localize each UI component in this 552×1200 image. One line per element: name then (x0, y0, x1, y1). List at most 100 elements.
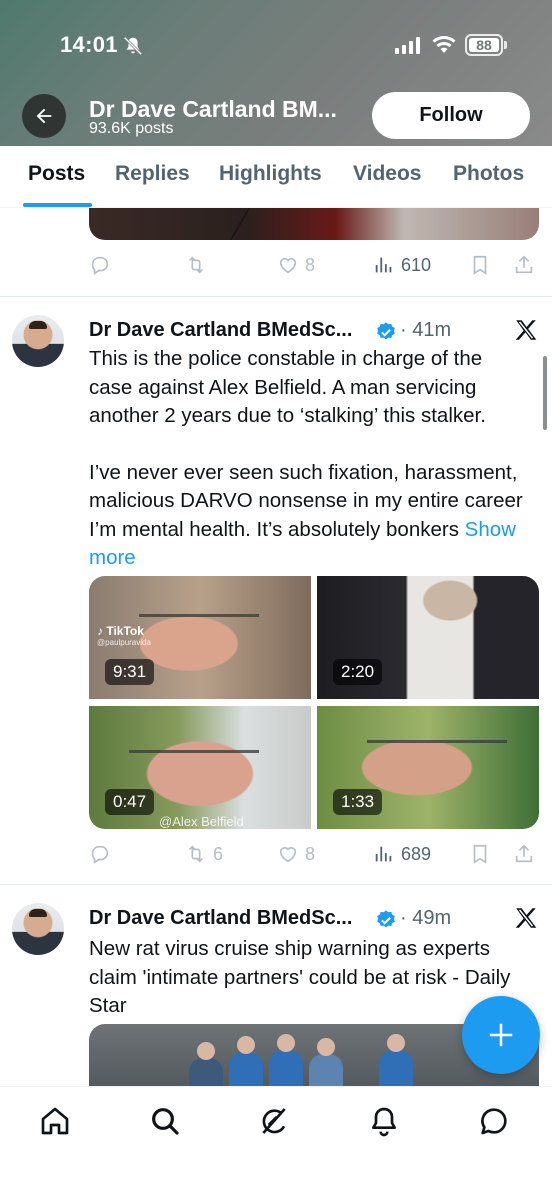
image-figure (229, 1036, 263, 1086)
video-duration: 0:47 (105, 789, 155, 815)
thumbnail-detail (139, 614, 259, 617)
bookmark-icon (473, 255, 487, 275)
cellular-signal-icon (395, 36, 420, 54)
posts-feed[interactable]: 8 610 Dr Dave Cartland BMedSc... · 41m T… (0, 208, 552, 1086)
retweet-button[interactable]: 6 (185, 843, 223, 865)
home-icon[interactable] (39, 1105, 71, 1137)
retweet-icon (188, 845, 204, 863)
battery-level: 88 (469, 38, 499, 52)
arrow-left-icon (36, 108, 52, 124)
bookmark-button[interactable] (469, 843, 491, 865)
plus-icon (489, 1023, 513, 1047)
share-icon (515, 844, 533, 863)
tweet-divider (0, 296, 552, 297)
thumbnail-detail (129, 750, 259, 753)
video-thumbnail[interactable]: 2:20 (317, 576, 539, 699)
video-duration: 1:33 (333, 789, 383, 815)
profile-tabs: Posts Replies Highlights Videos Photos (0, 146, 552, 208)
status-time: 14:01 (60, 32, 118, 57)
thumbnail-detail (367, 740, 507, 743)
view-count: 689 (401, 843, 432, 864)
like-button[interactable]: 8 (277, 254, 315, 276)
x-logo-icon[interactable] (513, 317, 539, 343)
tweet-text-paragraph: This is the police constable in charge o… (89, 347, 486, 427)
watermark-handle: @paulpuravida (97, 638, 151, 647)
tweet-author[interactable]: Dr Dave Cartland BMedSc... (89, 907, 352, 930)
tab-photos[interactable]: Photos (453, 162, 524, 186)
back-button[interactable] (22, 94, 66, 138)
video-grid: ♪ TikTok @paulpuravida 9:31 2:20 @Alex Be… (89, 576, 539, 829)
avatar[interactable] (12, 903, 64, 955)
tweet-timestamp: · 49m (400, 907, 452, 929)
notifications-icon[interactable] (368, 1105, 400, 1137)
active-tab-indicator (23, 203, 92, 207)
image-figure (189, 1042, 223, 1086)
tweet-actions: 8 610 (89, 254, 539, 282)
like-count: 8 (305, 843, 316, 864)
view-count: 610 (401, 254, 432, 275)
video-duration: 2:20 (333, 659, 383, 685)
share-button[interactable] (513, 254, 535, 276)
retweet-button[interactable] (185, 254, 207, 276)
share-button[interactable] (513, 843, 535, 865)
tab-highlights[interactable]: Highlights (219, 162, 322, 186)
image-figure (379, 1034, 413, 1086)
image-figure (309, 1038, 343, 1086)
views-icon (375, 257, 392, 273)
battery-icon: 88 (465, 34, 503, 56)
x-logo-icon[interactable] (513, 905, 539, 931)
reply-button[interactable] (89, 254, 111, 276)
tweet-author[interactable]: Dr Dave Cartland BMedSc... (89, 319, 352, 342)
search-icon[interactable] (149, 1105, 181, 1137)
tweet-text-body: I’ve never ever seen such fixation, hara… (89, 460, 523, 541)
tweet-divider (0, 884, 552, 885)
reply-icon (91, 845, 109, 864)
tweet-timestamp: · 41m (400, 319, 452, 341)
views-button[interactable]: 689 (373, 843, 431, 865)
silent-bell-icon (123, 36, 143, 56)
profile-name: Dr Dave Cartland BM... (89, 96, 337, 122)
status-bar: 14:01 88 (0, 30, 552, 64)
tab-posts[interactable]: Posts (28, 162, 85, 186)
bookmark-button[interactable] (469, 254, 491, 276)
posts-count: 93.6K posts (89, 120, 174, 137)
tiktok-watermark: ♪ TikTok @paulpuravida (97, 624, 151, 647)
tweet-time: 41m (412, 319, 452, 341)
bookmark-icon (473, 844, 487, 864)
like-button[interactable]: 8 (277, 843, 315, 865)
profile-header: 14:01 88 Dr Dave Cartland BM... 93.6K po… (0, 0, 552, 146)
verified-badge-icon (377, 322, 395, 340)
tweet-text-paragraph: I’ve never ever seen such fixation, hara… (89, 459, 529, 573)
grok-icon[interactable] (258, 1105, 290, 1137)
tweet-actions: 6 8 689 (89, 843, 539, 871)
views-button[interactable]: 610 (373, 254, 431, 276)
compose-post-button[interactable] (462, 996, 540, 1074)
verified-badge-icon (377, 910, 395, 928)
tweet-media[interactable] (89, 208, 539, 240)
watermark-text: TikTok (106, 624, 144, 638)
messages-icon[interactable] (478, 1105, 510, 1137)
tweet-text: This is the police constable in charge o… (89, 345, 529, 573)
reply-icon (91, 256, 109, 275)
heart-icon (279, 258, 297, 274)
image-figure (269, 1034, 303, 1086)
video-thumbnail[interactable]: ♪ TikTok @paulpuravida 9:31 (89, 576, 311, 699)
bottom-navigation (0, 1086, 552, 1200)
tab-videos[interactable]: Videos (353, 162, 421, 186)
avatar[interactable] (12, 315, 64, 367)
battery-tip (504, 41, 507, 49)
wifi-icon (432, 36, 456, 53)
video-duration: 9:31 (105, 659, 155, 685)
video-thumbnail[interactable]: @Alex Belfield 0:47 (89, 706, 311, 829)
reply-button[interactable] (89, 843, 111, 865)
scrollbar-thumb[interactable] (543, 356, 547, 430)
follow-button[interactable]: Follow (372, 92, 530, 139)
tweet-text: New rat virus cruise ship warning as exp… (89, 937, 511, 1017)
share-icon (515, 255, 533, 274)
retweet-icon (188, 256, 204, 274)
like-count: 8 (305, 254, 316, 275)
tab-replies[interactable]: Replies (115, 162, 190, 186)
video-thumbnail[interactable]: 1:33 (317, 706, 539, 829)
tweet-time: 49m (412, 907, 452, 929)
views-icon (375, 846, 392, 862)
